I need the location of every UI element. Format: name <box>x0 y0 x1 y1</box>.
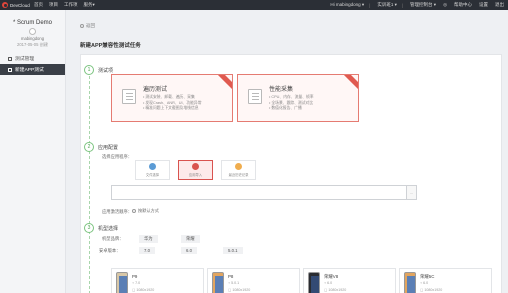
card-description: • 测试安装、卸载、遍历、采集 • 发现Crash、ANR、UI、功能异常 • … <box>143 95 202 110</box>
file-icon <box>149 163 156 171</box>
version-filter-501[interactable]: 5.0.1 <box>223 247 243 254</box>
project-selector[interactable]: 实训班1 ▾ <box>377 2 397 8</box>
task-form-panel: 1 测试项 遍历测试 • 测试安装、卸载、遍历、采集 • 发现Crash、ANR… <box>80 54 502 293</box>
project-owner: mabingdong <box>20 36 45 41</box>
browse-button[interactable]: ... <box>407 185 417 200</box>
brand-filter-label: 机型品牌： <box>102 236 124 241</box>
app-file-input[interactable] <box>111 185 407 200</box>
device-name: 荣耀5C <box>420 274 435 279</box>
device-resolution: ▢ 1080x1920 <box>228 288 251 292</box>
radio-icon <box>132 209 136 213</box>
nav-workitems[interactable]: 工作项 <box>64 2 78 8</box>
brand-filter-honor[interactable]: 荣耀 <box>181 235 200 243</box>
selected-ribbon-icon <box>340 75 358 92</box>
devcloud-logo-icon <box>2 2 8 8</box>
sidebar-item-test-management[interactable]: 测试管理 <box>0 53 65 64</box>
main-nav: 首页 项目 工作项 服务▾ <box>34 2 101 8</box>
clipboard-icon <box>122 89 136 104</box>
test-icon <box>8 56 12 61</box>
select-app-label: 选择应用程序： <box>102 154 133 159</box>
step-1-number: 1 <box>84 65 94 75</box>
device-card-honor-5c[interactable]: 荣耀5C ⌁ 6.0 ▢ 1080x1920 <box>399 268 492 293</box>
device-android-version: ⌁ 6.0 <box>324 281 333 285</box>
device-android-version: ⌁ 7.0 <box>132 281 141 285</box>
brand-logo[interactable]: DevCloud <box>2 2 34 8</box>
app-option-import[interactable]: 应用导入 <box>178 160 213 180</box>
app-option-history[interactable]: 最近历史记录 <box>221 160 256 180</box>
device-android-version: ⌁ 5.0.1 <box>228 281 240 285</box>
device-name: 荣耀V8 <box>324 274 339 279</box>
project-name: * Scrum Demo <box>12 20 52 26</box>
activation-order-label: 应用激活顺序： <box>102 209 133 214</box>
android-version-label: 安卓版本： <box>99 248 121 253</box>
phone-icon <box>212 272 224 293</box>
step-connector <box>89 71 90 293</box>
traversal-test-card[interactable]: 遍历测试 • 测试安装、卸载、遍历、采集 • 发现Crash、ANR、UI、功能… <box>111 74 233 122</box>
console-menu[interactable]: 管理控制台 ▾ <box>410 2 436 8</box>
step-2-label: 应用配置 <box>98 145 119 151</box>
device-name: P9 <box>132 274 138 279</box>
page-title: 新建APP兼容性测试任务 <box>80 43 141 49</box>
version-filter-6[interactable]: 6.0 <box>181 247 197 254</box>
step-3-label: 机型选择 <box>98 226 119 232</box>
history-icon <box>235 163 242 171</box>
brand-filter-huawei[interactable]: 华为 <box>139 235 158 243</box>
sidebar: * Scrum Demo mabingdong 2017-05-05 创建 测试… <box>0 10 66 293</box>
selected-ribbon-icon <box>214 75 232 92</box>
nav-services[interactable]: 服务▾ <box>84 2 95 8</box>
nav-projects[interactable]: 项目 <box>49 2 58 8</box>
card-description: • CPU、内存、流量、帧率 • 全场景、跟踪、测试对比 • 数值化报告、广播 <box>269 95 314 110</box>
step-3-number: 3 <box>84 223 94 233</box>
device-card-p9[interactable]: P9 ⌁ 7.0 ▢ 1080x1920 <box>111 268 204 293</box>
activation-order-radio[interactable]: 按默认方式 <box>132 208 159 214</box>
presentation-chart-icon <box>248 89 262 104</box>
brand-name: DevCloud <box>10 2 30 8</box>
back-icon <box>80 24 84 28</box>
avatar <box>29 28 36 35</box>
nav-home[interactable]: 首页 <box>34 2 43 8</box>
phone-icon <box>116 272 128 293</box>
device-card-honor-v8[interactable]: 荣耀V8 ⌁ 6.0 ▢ 1080x1920 <box>303 268 396 293</box>
phone-icon <box>404 272 416 293</box>
device-card-p8[interactable]: P8 ⌁ 5.0.1 ▢ 1080x1920 <box>207 268 300 293</box>
breadcrumb[interactable]: 返回 <box>80 23 95 29</box>
app-test-icon <box>8 67 12 72</box>
help-link[interactable]: 帮助中心 <box>454 2 472 8</box>
back-link[interactable]: 返回 <box>86 23 95 29</box>
card-title: 遍历测试 <box>143 87 168 93</box>
device-name: P8 <box>228 274 234 279</box>
download-icon <box>192 163 199 171</box>
sidebar-item-new-app-test[interactable]: 新建APP测试 <box>0 64 65 75</box>
step-2-number: 2 <box>84 142 94 152</box>
top-right-menu: Hi mabingdong ▾ | 实训班1 ▾ | 管理控制台 ▾ ◎ 帮助中… <box>330 2 504 8</box>
card-title: 性能采集 <box>269 87 294 93</box>
device-android-version: ⌁ 6.0 <box>420 281 429 285</box>
radio-label: 按默认方式 <box>138 208 159 213</box>
version-filter-7[interactable]: 7.0 <box>139 247 155 254</box>
device-resolution: ▢ 1080x1920 <box>324 288 347 292</box>
project-created-date: 2017-05-05 创建 <box>17 42 48 47</box>
main-content: 返回 新建APP兼容性测试任务 1 测试项 遍历测试 • 测试安装、卸载、遍历、… <box>67 10 508 293</box>
app-option-file[interactable]: 文件选择 <box>135 160 170 180</box>
device-resolution: ▢ 1080x1920 <box>420 288 443 292</box>
step-1-label: 测试项 <box>98 68 114 74</box>
device-resolution: ▢ 1080x1920 <box>132 288 155 292</box>
settings-link[interactable]: 设置 <box>479 2 488 8</box>
user-menu[interactable]: Hi mabingdong ▾ <box>330 2 364 8</box>
phone-icon <box>308 272 320 293</box>
performance-test-card[interactable]: 性能采集 • CPU、内存、流量、帧率 • 全场景、跟踪、测试对比 • 数值化报… <box>237 74 359 122</box>
sidebar-item-label: 新建APP测试 <box>15 68 44 73</box>
bell-icon[interactable]: ◎ <box>443 2 447 8</box>
exit-link[interactable]: 退出 <box>495 2 504 8</box>
sidebar-item-label: 测试管理 <box>15 57 35 62</box>
top-navbar: DevCloud 首页 项目 工作项 服务▾ Hi mabingdong ▾ |… <box>0 0 508 10</box>
